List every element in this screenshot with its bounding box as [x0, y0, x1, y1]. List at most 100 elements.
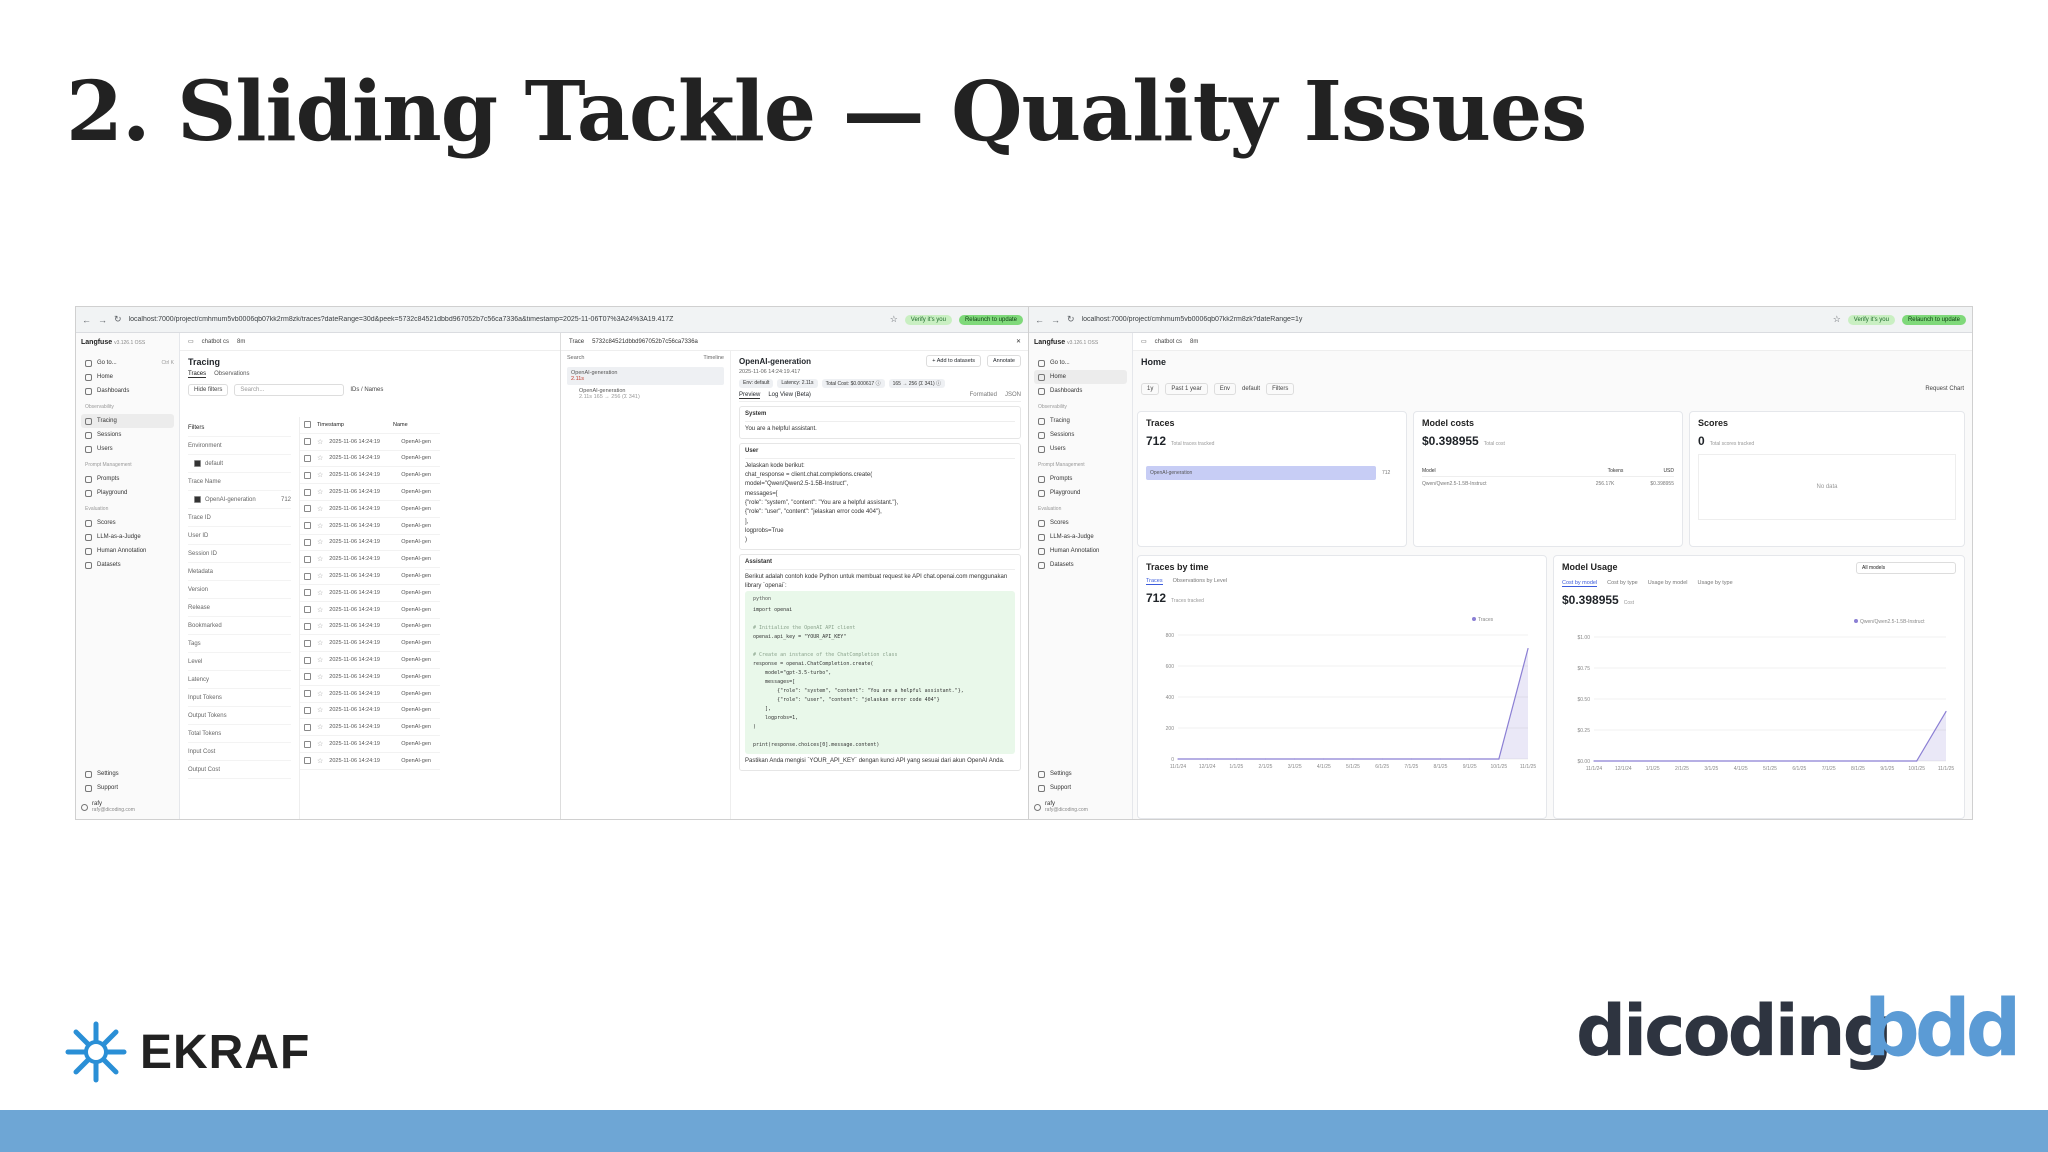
filter-row[interactable]: Latency	[188, 671, 291, 689]
bookmark-star-icon[interactable]: ☆	[317, 606, 323, 614]
bookmark-star-icon[interactable]: ☆	[317, 690, 323, 698]
bookmark-star-icon[interactable]: ☆	[317, 622, 323, 630]
bookmark-star-icon[interactable]: ☆	[317, 538, 323, 546]
star-icon[interactable]: ☆	[890, 314, 898, 325]
range-select[interactable]: Past 1 year	[1165, 383, 1208, 395]
row-checkbox[interactable]	[304, 706, 311, 714]
tab-cost-by-type[interactable]: Cost by type	[1607, 580, 1638, 587]
sidebar-item-sessions[interactable]: Sessions	[1034, 428, 1127, 442]
sidebar-item-scores[interactable]: Scores	[1034, 516, 1127, 530]
tab-usage-by-type[interactable]: Usage by type	[1697, 580, 1732, 587]
filter-value[interactable]: default	[188, 455, 291, 473]
tree-node-child[interactable]: OpenAI-generation 2.11s 165 → 256 (Σ 341)	[567, 385, 724, 403]
row-checkbox[interactable]	[304, 723, 311, 731]
bookmark-star-icon[interactable]: ☆	[317, 471, 323, 479]
bookmark-star-icon[interactable]: ☆	[317, 706, 323, 714]
row-checkbox[interactable]	[304, 690, 311, 698]
tab-log-view[interactable]: Log View (Beta)	[768, 392, 811, 399]
hide-filters-button[interactable]: Hide filters	[188, 384, 229, 396]
sidebar-item-playground[interactable]: Playground	[1034, 486, 1127, 500]
filter-row[interactable]: Bookmarked	[188, 617, 291, 635]
sidebar-goto[interactable]: Go to... Ctrl K	[81, 356, 174, 370]
row-checkbox[interactable]	[304, 572, 311, 580]
tab-observations[interactable]: Observations	[214, 371, 249, 378]
sidebar-item-prompts[interactable]: Prompts	[81, 472, 174, 486]
sidebar-item-datasets[interactable]: Datasets	[1034, 558, 1127, 572]
bookmark-star-icon[interactable]: ☆	[317, 555, 323, 563]
timeline-toggle[interactable]: Timeline	[703, 355, 724, 361]
filter-row[interactable]: Tags	[188, 635, 291, 653]
table-row[interactable]: ☆ 2025-11-06 14:24:19 OpenAI-gen	[300, 736, 440, 753]
bookmark-star-icon[interactable]: ☆	[317, 438, 323, 446]
table-row[interactable]: ☆ 2025-11-06 14:24:19 OpenAI-gen	[300, 669, 440, 686]
table-row[interactable]: ☆ 2025-11-06 14:24:19 OpenAI-gen	[300, 568, 440, 585]
sidebar-item-scores[interactable]: Scores	[81, 516, 174, 530]
filter-row[interactable]: Release	[188, 599, 291, 617]
bookmark-star-icon[interactable]: ☆	[317, 572, 323, 580]
filter-row[interactable]: Version	[188, 581, 291, 599]
sidebar-toggle-icon[interactable]: ▭	[188, 338, 194, 345]
row-checkbox[interactable]	[304, 673, 311, 681]
sidebar-item-human-annotation[interactable]: Human Annotation	[1034, 544, 1127, 558]
row-checkbox[interactable]	[304, 606, 311, 614]
filter-row[interactable]: Level	[188, 653, 291, 671]
sidebar-item-datasets[interactable]: Datasets	[81, 558, 174, 572]
row-checkbox[interactable]	[304, 757, 311, 765]
table-row[interactable]: ☆ 2025-11-06 14:24:19 OpenAI-gen	[300, 501, 440, 518]
forward-icon[interactable]: →	[1051, 315, 1060, 325]
row-checkbox[interactable]	[304, 438, 311, 446]
row-checkbox[interactable]	[304, 538, 311, 546]
sidebar-item-users[interactable]: Users	[81, 442, 174, 456]
row-checkbox[interactable]	[304, 589, 311, 597]
table-row[interactable]: ☆ 2025-11-06 14:24:19 OpenAI-gen	[300, 467, 440, 485]
row-checkbox[interactable]	[304, 639, 311, 647]
back-icon[interactable]: ←	[1035, 315, 1044, 325]
row-checkbox[interactable]	[304, 622, 311, 630]
reload-icon[interactable]: ↻	[114, 314, 122, 325]
bookmark-star-icon[interactable]: ☆	[317, 757, 323, 765]
row-checkbox[interactable]	[304, 740, 311, 748]
table-row[interactable]: ☆ 2025-11-06 14:24:19 OpenAI-gen	[300, 602, 440, 619]
sidebar-item-playground[interactable]: Playground	[81, 486, 174, 500]
project-selector[interactable]: chatbot cs	[1155, 339, 1182, 345]
tab-preview[interactable]: Preview	[739, 392, 761, 399]
table-row[interactable]: ☆ 2025-11-06 14:24:19 OpenAI-gen	[300, 753, 440, 770]
filter-row[interactable]: Trace Name	[188, 473, 291, 491]
row-checkbox[interactable]	[304, 505, 311, 513]
env-selector[interactable]: 8m	[1190, 339, 1198, 345]
row-checkbox[interactable]	[304, 488, 311, 496]
annotate-button[interactable]: Annotate	[986, 355, 1021, 367]
table-row[interactable]: ☆ 2025-11-06 14:24:19 OpenAI-gen	[300, 451, 440, 468]
sidebar-item-settings[interactable]: Settings	[1034, 767, 1127, 781]
address-bar[interactable]: localhost:7000/project/cmhmum5vb0006qb07…	[129, 316, 883, 323]
verify-pill-2[interactable]: Verify it's you	[1847, 314, 1895, 325]
bookmark-star-icon[interactable]: ☆	[317, 723, 323, 731]
filter-row[interactable]: Session ID	[188, 545, 291, 563]
relaunch-pill-2[interactable]: Relaunch to update	[1901, 314, 1966, 325]
tab-obs-by-level[interactable]: Observations by Level	[1173, 578, 1227, 585]
filter-checkbox[interactable]	[194, 460, 201, 467]
search-input[interactable]: Search...	[234, 384, 345, 396]
ids-names-select[interactable]: IDs / Names	[350, 387, 383, 393]
table-row[interactable]: ☆ 2025-11-06 14:24:19 OpenAI-gen	[300, 518, 440, 535]
filter-row[interactable]: Input Tokens	[188, 689, 291, 707]
table-row[interactable]: ☆ 2025-11-06 14:24:19 OpenAI-gen	[300, 619, 440, 636]
bookmark-star-icon[interactable]: ☆	[317, 639, 323, 647]
user-menu[interactable]: rafy rafy@dicoding.com	[81, 801, 174, 813]
sidebar-item-tracing[interactable]: Tracing	[81, 414, 174, 428]
user-menu[interactable]: rafy rafy@dicoding.com	[1034, 801, 1127, 813]
bookmark-star-icon[interactable]: ☆	[317, 589, 323, 597]
trace-id[interactable]: 5732c84521dbbd967052b7c56ca7336a	[592, 339, 698, 345]
sidebar-toggle-icon[interactable]: ▭	[1141, 338, 1147, 345]
sidebar-item-dashboards[interactable]: Dashboards	[81, 384, 174, 398]
range-short[interactable]: 1y	[1141, 383, 1160, 395]
sidebar-item-support[interactable]: Support	[1034, 781, 1127, 795]
bookmark-star-icon[interactable]: ☆	[317, 454, 323, 462]
table-row[interactable]: ☆ 2025-11-06 14:24:19 OpenAI-gen	[300, 703, 440, 720]
back-icon[interactable]: ←	[82, 315, 91, 325]
sidebar-item-tracing[interactable]: Tracing	[1034, 414, 1127, 428]
table-row[interactable]: ☆ 2025-11-06 14:24:19 OpenAI-gen	[300, 686, 440, 703]
tree-node-root[interactable]: OpenAI-generation 2.11s	[567, 367, 724, 385]
sidebar-item-home[interactable]: Home	[81, 370, 174, 384]
table-row[interactable]: ☆ 2025-11-06 14:24:19 OpenAI-gen	[300, 535, 440, 552]
